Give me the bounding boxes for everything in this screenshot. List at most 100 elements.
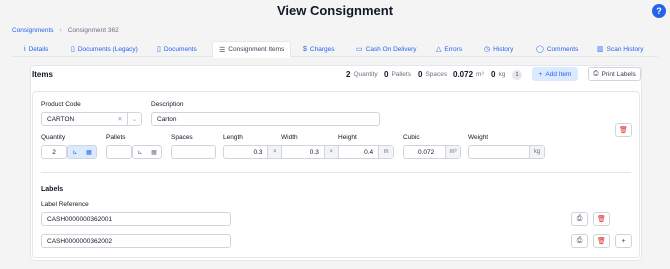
- weight-field: kg: [468, 145, 545, 159]
- item-count-badge: 1: [512, 70, 522, 80]
- tab-label: Consignment Items: [228, 46, 285, 53]
- length-input[interactable]: 0.3: [224, 149, 267, 156]
- height-input[interactable]: 0.4: [337, 146, 379, 158]
- grid-icon[interactable]: ▦: [82, 146, 96, 158]
- items-title: Items: [32, 70, 53, 79]
- clear-icon[interactable]: ✕: [113, 115, 127, 123]
- times-icon: ×: [267, 146, 282, 158]
- box-icon[interactable]: ⊾: [133, 146, 147, 158]
- length-label: Length: [223, 134, 243, 141]
- weight-stat-value: 0: [491, 70, 496, 79]
- trash-icon: 🗑: [597, 216, 606, 223]
- tab-bar: i Details ▯ Documents (Legacy) ▯ Documents …: [12, 41, 658, 58]
- tab-label: History: [493, 45, 514, 53]
- pallets-stat-value: 0: [384, 70, 389, 79]
- tab-errors[interactable]: △ Errors: [436, 41, 462, 57]
- tab-charges[interactable]: $ Charges: [303, 41, 334, 57]
- tab-history[interactable]: ◷ History: [484, 41, 513, 57]
- delete-label-button[interactable]: 🗑: [593, 234, 610, 248]
- spaces-input[interactable]: [171, 145, 216, 159]
- delete-item-button[interactable]: 🗑: [615, 123, 632, 137]
- spaces-stat: 0 Spaces: [418, 70, 447, 79]
- tab-comments[interactable]: ◯ Comments: [536, 41, 578, 57]
- pallets-stat: 0 Pallets: [384, 70, 411, 79]
- box-icon[interactable]: ⊾: [68, 146, 82, 158]
- divider: [41, 172, 631, 173]
- spaces-stat-value: 0: [418, 70, 423, 79]
- label-reference-input[interactable]: CASH0000000362002: [41, 234, 231, 248]
- plus-icon: +: [538, 70, 543, 78]
- document-icon: ▯: [71, 46, 75, 53]
- width-input[interactable]: 0.3: [281, 146, 324, 158]
- tab-cash-on-delivery[interactable]: ▭ Cash On Delivery: [356, 41, 417, 57]
- breadcrumb-current: Consignment 362: [67, 27, 119, 34]
- add-label-button[interactable]: +: [615, 234, 632, 248]
- chevron-down-icon[interactable]: ⌄: [127, 113, 141, 125]
- quantity-unit-toggle[interactable]: ⊾ ▦: [67, 145, 97, 159]
- delete-label-button[interactable]: 🗑: [593, 212, 610, 226]
- tab-label: Documents: [163, 45, 197, 53]
- grid-icon[interactable]: ▦: [147, 146, 161, 158]
- label-reference-label: Label Reference: [41, 201, 89, 208]
- quantity-stat-value: 2: [346, 70, 351, 79]
- tab-label: Cash On Delivery: [365, 45, 417, 53]
- tab-label: Scan History: [606, 45, 644, 53]
- height-label: Height: [338, 134, 357, 141]
- tab-documents-legacy[interactable]: ▯ Documents (Legacy): [71, 41, 138, 57]
- tab-consignment-items[interactable]: ☰ Consignment Items: [212, 41, 292, 58]
- help-icon[interactable]: ?: [652, 4, 666, 18]
- tab-documents[interactable]: ▯ Documents: [157, 41, 197, 57]
- printer-icon: ⎙: [593, 70, 599, 77]
- times-icon: ×: [323, 146, 338, 158]
- cubic-label: Cubic: [403, 134, 420, 141]
- plus-icon: +: [621, 237, 626, 245]
- add-item-label: Add Item: [545, 70, 572, 78]
- weight-stat: 0 kg: [491, 70, 505, 79]
- cubic-stat-unit: m³: [476, 71, 484, 78]
- breadcrumb: Consignments › Consignment 362: [12, 27, 119, 34]
- trash-icon: 🗑: [597, 238, 606, 245]
- barcode-icon: ▥: [597, 46, 604, 53]
- cash-icon: ▭: [356, 46, 363, 53]
- dollar-icon: $: [303, 45, 307, 53]
- product-code-select[interactable]: CARTON ✕ ⌄: [41, 112, 142, 126]
- print-label-button[interactable]: ⎙: [571, 212, 588, 226]
- print-label-button[interactable]: ⎙: [571, 234, 588, 248]
- quantity-stat: 2 Quantity: [346, 70, 378, 79]
- pallets-label: Pallets: [106, 134, 126, 141]
- cubic-field: 0.072 m³: [403, 145, 461, 159]
- spaces-stat-label: Spaces: [425, 71, 448, 78]
- description-label: Description: [151, 101, 184, 108]
- cubic-input[interactable]: 0.072: [404, 149, 445, 156]
- spaces-label: Spaces: [171, 134, 193, 141]
- page-title: View Consignment: [276, 3, 394, 18]
- pallets-unit-toggle[interactable]: ⊾ ▦: [132, 145, 162, 159]
- label-reference-input[interactable]: CASH0000000362001: [41, 212, 231, 226]
- quantity-stat-label: Quantity: [353, 71, 378, 78]
- breadcrumb-consignments[interactable]: Consignments: [12, 27, 54, 34]
- weight-unit: kg: [529, 146, 544, 158]
- tab-scan-history[interactable]: ▥ Scan History: [597, 41, 643, 57]
- tab-label: Details: [28, 45, 49, 53]
- weight-label: Weight: [468, 134, 489, 141]
- print-labels-label: Print Labels: [601, 70, 636, 78]
- quantity-input[interactable]: 2: [41, 145, 67, 159]
- printer-icon: ⎙: [576, 237, 583, 244]
- print-labels-button[interactable]: ⎙ Print Labels: [588, 67, 641, 81]
- product-code-label: Product Code: [41, 101, 81, 108]
- pallets-stat-label: Pallets: [391, 71, 411, 78]
- pallets-input[interactable]: [106, 145, 132, 159]
- weight-stat-unit: kg: [498, 71, 506, 78]
- tab-label: Comments: [546, 45, 579, 53]
- trash-icon: 🗑: [619, 127, 628, 134]
- clock-icon: ◷: [484, 46, 491, 53]
- cubic-stat: 0.072 m³: [453, 70, 484, 79]
- tab-label: Documents (Legacy): [77, 45, 138, 53]
- description-input[interactable]: Carton: [151, 112, 380, 126]
- tab-details[interactable]: i Details: [24, 41, 48, 57]
- comment-icon: ◯: [536, 46, 544, 53]
- quantity-label: Quantity: [41, 134, 66, 141]
- info-icon: i: [24, 45, 26, 53]
- add-item-button[interactable]: + Add Item: [532, 67, 578, 81]
- list-icon: ☰: [219, 46, 226, 54]
